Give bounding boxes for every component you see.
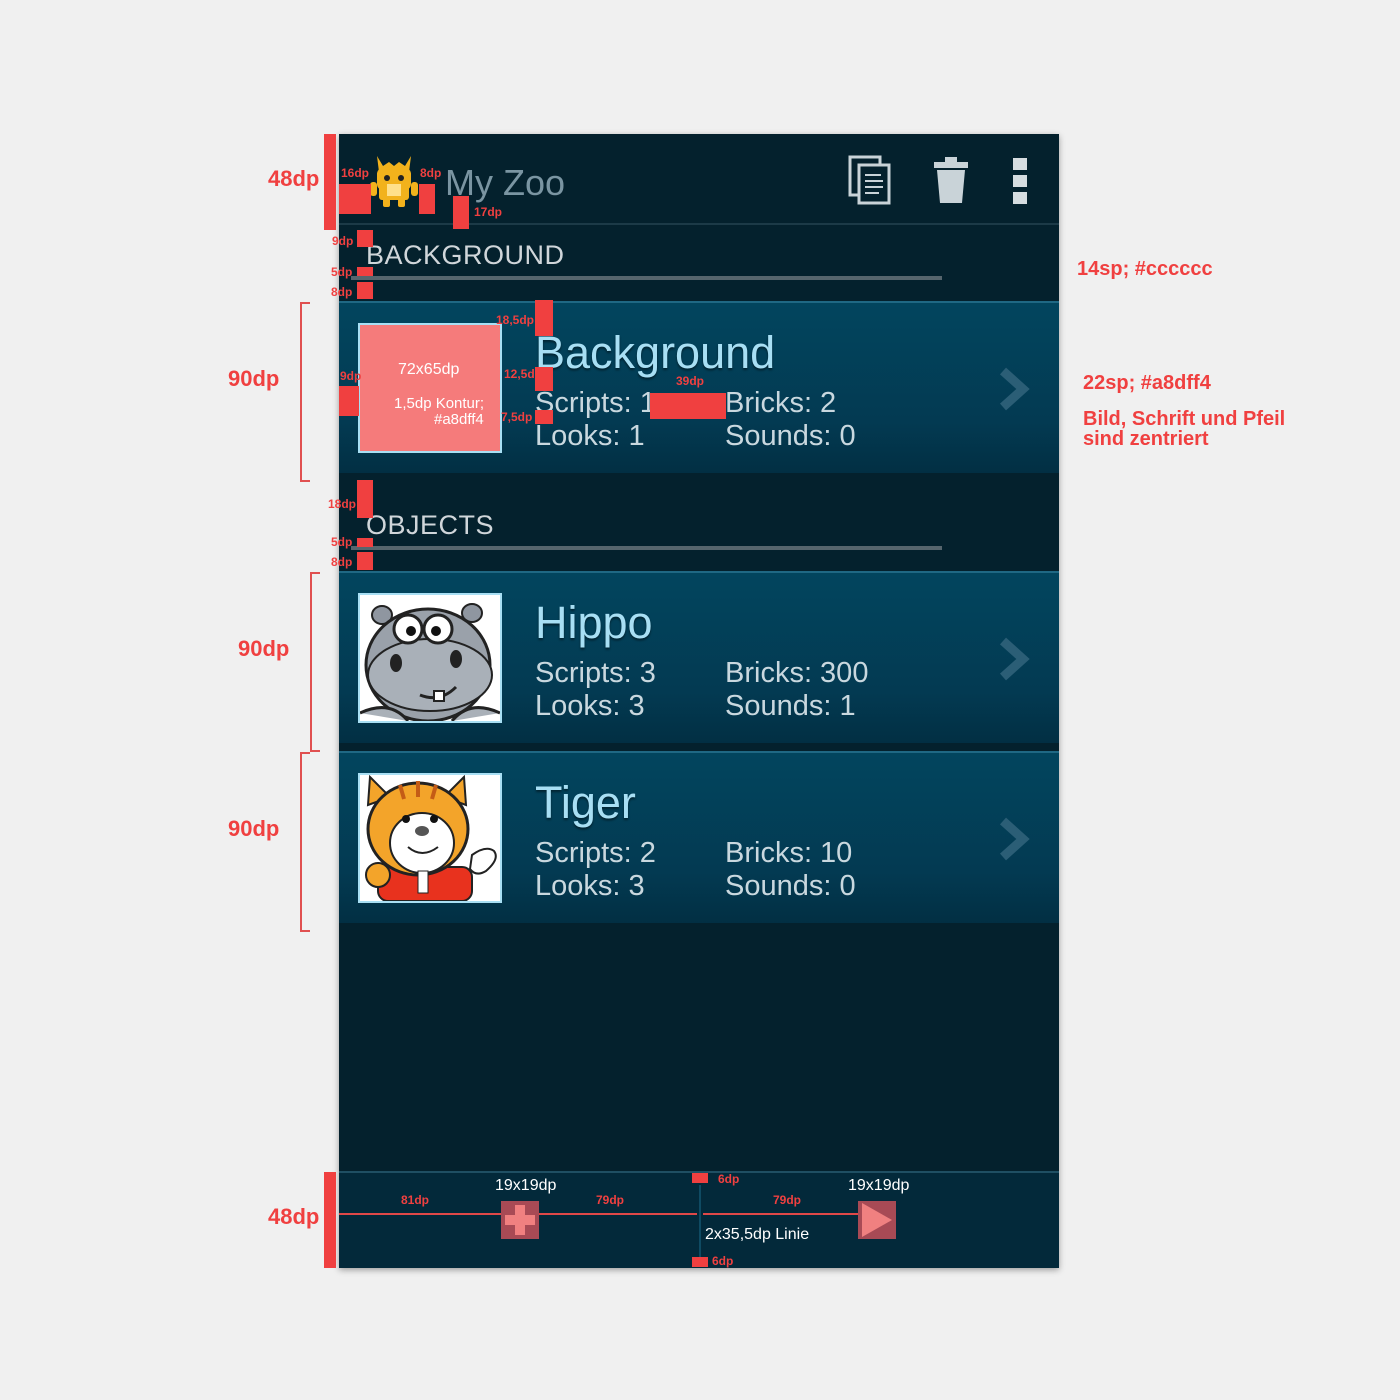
annotation-label: 22sp; #a8dff4: [1083, 372, 1211, 394]
annotation-label: 6dp: [712, 1254, 734, 1268]
list-item-tiger[interactable]: Tiger Scripts: 2 Bricks: 10 Looks: 3 Sou…: [339, 751, 1059, 923]
annotation-label: 48dp: [268, 166, 320, 191]
looks-count: Looks: 3: [535, 690, 645, 722]
bricks-count: Bricks: 10: [725, 837, 853, 869]
annotation-marker: [692, 1257, 708, 1267]
annotation-label: 8dp: [420, 166, 442, 180]
bricks-count: Bricks: 2: [725, 387, 837, 419]
play-icon[interactable]: [858, 1201, 896, 1239]
background-thumbnail: 72x65dp 1,5dp Kontur; #a8dff4: [358, 323, 502, 453]
sprite-name: Background: [535, 327, 776, 378]
annotation-marker: [419, 184, 435, 214]
scripts-count: Scripts: 1: [535, 387, 656, 419]
annotation-marker: [357, 230, 373, 247]
annotation-label: 17dp: [474, 205, 503, 219]
annotation-label: 7,5dp: [501, 410, 533, 424]
spacing-line: [339, 1213, 501, 1215]
annotation-label: 5dp: [331, 265, 353, 279]
android-icon[interactable]: [369, 154, 419, 208]
annotation-marker: [650, 393, 726, 419]
annotation-label: 8dp: [331, 285, 353, 299]
annotation-label: 19x19dp: [848, 1177, 910, 1194]
tiger-image: [360, 775, 500, 901]
annotation-bracket: [300, 302, 310, 482]
chevron-right-icon[interactable]: [997, 637, 1033, 681]
annotation-label: 18,5dp: [496, 313, 535, 327]
thumb-border-note: 1,5dp Kontur;: [394, 395, 485, 412]
chevron-right-icon[interactable]: [997, 817, 1033, 861]
scripts-count: Scripts: 3: [535, 657, 656, 689]
annotation-marker: [535, 300, 553, 336]
scripts-count: Scripts: 2: [535, 837, 656, 869]
trash-icon[interactable]: [933, 156, 969, 204]
annotation-label: 18dp: [328, 497, 357, 511]
action-bar: My Zoo: [339, 134, 1059, 225]
annotation-marker: [357, 552, 373, 570]
annotation-label: 8dp: [331, 555, 353, 569]
copy-icon[interactable]: [847, 154, 895, 206]
annotation-label: 79dp: [773, 1193, 802, 1207]
bottom-bar: [339, 1171, 1059, 1268]
annotation-label: 9dp: [340, 369, 362, 383]
annotation-marker: [324, 1172, 336, 1268]
section-divider: [351, 276, 942, 280]
sounds-count: Sounds: 0: [725, 420, 856, 452]
sounds-count: Sounds: 1: [725, 690, 856, 722]
annotation-bracket: [310, 572, 320, 752]
annotation-label: 90dp: [228, 816, 280, 841]
annotation-marker: [535, 410, 553, 424]
chevron-right-icon[interactable]: [997, 367, 1033, 411]
thumb-size-note: 72x65dp: [398, 361, 460, 378]
annotation-label: 6dp: [718, 1172, 740, 1186]
annotation-marker: [357, 538, 373, 547]
sounds-count: Sounds: 0: [725, 870, 856, 902]
section-title-background: BACKGROUND: [366, 240, 565, 270]
annotation-marker: [692, 1173, 708, 1183]
phone-screen: My Zoo BACKGROUND 72x65dp 1,5dp Kontur; …: [339, 134, 1059, 1268]
annotation-bracket: [300, 752, 310, 932]
hippo-thumbnail: [358, 593, 502, 723]
spacing-line: [703, 1213, 859, 1215]
hippo-image: [360, 595, 500, 721]
spacing-line: [539, 1213, 697, 1215]
section-divider: [351, 546, 942, 550]
annotation-label: 48dp: [268, 1204, 320, 1229]
thumb-color-note: #a8dff4: [434, 411, 484, 428]
list-item-hippo[interactable]: Hippo Scripts: 3 Bricks: 300 Looks: 3 So…: [339, 571, 1059, 743]
sprite-name: Tiger: [535, 777, 636, 828]
annotation-label: 90dp: [238, 636, 290, 661]
annotation-label: 12,5dp: [504, 367, 543, 381]
annotation-marker: [453, 196, 469, 229]
annotation-label: 39dp: [676, 374, 705, 388]
bottom-bar-divider: [699, 1185, 701, 1257]
plus-icon[interactable]: [501, 1201, 539, 1239]
annotation-label: 14sp; #cccccc: [1077, 258, 1213, 280]
section-title-objects: OBJECTS: [366, 510, 495, 540]
annotation-label: 9dp: [332, 234, 354, 248]
annotation-label: 79dp: [596, 1193, 625, 1207]
tiger-thumbnail: [358, 773, 502, 903]
bricks-count: Bricks: 300: [725, 657, 869, 689]
annotation-marker: [357, 267, 373, 276]
annotation-marker: [357, 480, 373, 518]
annotation-label: 81dp: [401, 1193, 430, 1207]
annotation-marker: [357, 282, 373, 299]
annotation-label: 5dp: [331, 535, 353, 549]
annotation-label: 16dp: [341, 166, 370, 180]
looks-count: Looks: 1: [535, 420, 645, 452]
annotation-label: sind zentriert: [1083, 428, 1209, 450]
sprite-name: Hippo: [535, 597, 653, 648]
more-vertical-icon[interactable]: [1013, 158, 1027, 204]
annotation-label: 2x35,5dp Linie: [705, 1226, 810, 1243]
annotation-marker: [339, 184, 371, 214]
annotation-label: 19x19dp: [495, 1177, 557, 1194]
looks-count: Looks: 3: [535, 870, 645, 902]
annotation-label: 90dp: [228, 366, 280, 391]
annotation-marker: [339, 386, 359, 416]
annotation-marker: [324, 134, 336, 230]
